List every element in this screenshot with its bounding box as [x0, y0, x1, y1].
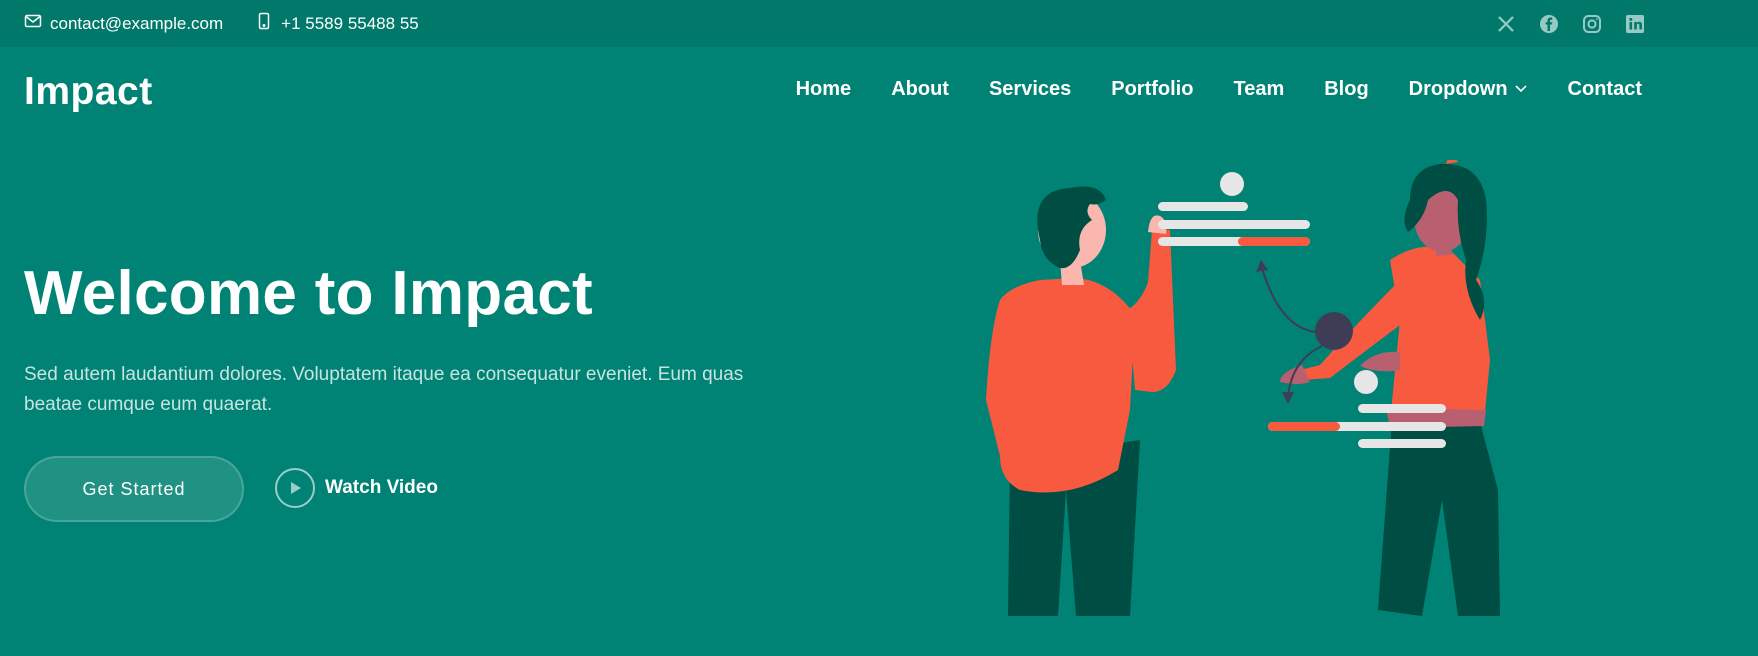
email-link[interactable]: contact@example.com [24, 12, 223, 35]
man-figure [986, 186, 1176, 616]
play-icon [275, 468, 315, 508]
woman-figure [1280, 160, 1500, 616]
nav-services[interactable]: Services [989, 78, 1071, 101]
chevron-down-icon [1514, 78, 1528, 101]
email-text: contact@example.com [50, 13, 224, 33]
hero-title: Welcome to Impact [24, 259, 593, 328]
social-links [1496, 0, 1645, 47]
nav-dropdown[interactable]: Dropdown [1409, 78, 1528, 101]
hero-illustration [986, 160, 1500, 616]
linkedin-icon[interactable] [1625, 14, 1645, 34]
get-started-button[interactable]: Get Started [24, 456, 244, 522]
watch-video-button[interactable]: Watch Video [275, 468, 438, 508]
nav-dropdown-label: Dropdown [1408, 78, 1508, 100]
nav-team[interactable]: Team [1233, 78, 1284, 101]
phone-link[interactable]: +1 5589 55488 55 [255, 12, 419, 35]
phone-icon [255, 12, 273, 35]
watch-video-label: Watch Video [325, 477, 438, 498]
facebook-icon[interactable] [1539, 14, 1559, 34]
nav-about[interactable]: About [891, 78, 949, 101]
nav-blog[interactable]: Blog [1324, 78, 1368, 101]
main-nav: Home About Services Portfolio Team Blog … [796, 78, 1642, 101]
contact-info: contact@example.com +1 5589 55488 55 [24, 0, 419, 47]
site-logo[interactable]: Impact [24, 70, 153, 114]
envelope-icon [24, 12, 42, 35]
phone-text: +1 5589 55488 55 [281, 13, 419, 33]
nav-home[interactable]: Home [796, 78, 852, 101]
x-twitter-icon[interactable] [1496, 14, 1516, 34]
topbar: contact@example.com +1 5589 55488 55 [0, 0, 1758, 47]
nav-contact[interactable]: Contact [1568, 78, 1642, 101]
ui-card-top [1158, 172, 1310, 246]
instagram-icon[interactable] [1582, 14, 1602, 34]
hero-subtitle: Sed autem laudantium dolores. Voluptatem… [24, 364, 744, 415]
nav-portfolio[interactable]: Portfolio [1111, 78, 1193, 101]
